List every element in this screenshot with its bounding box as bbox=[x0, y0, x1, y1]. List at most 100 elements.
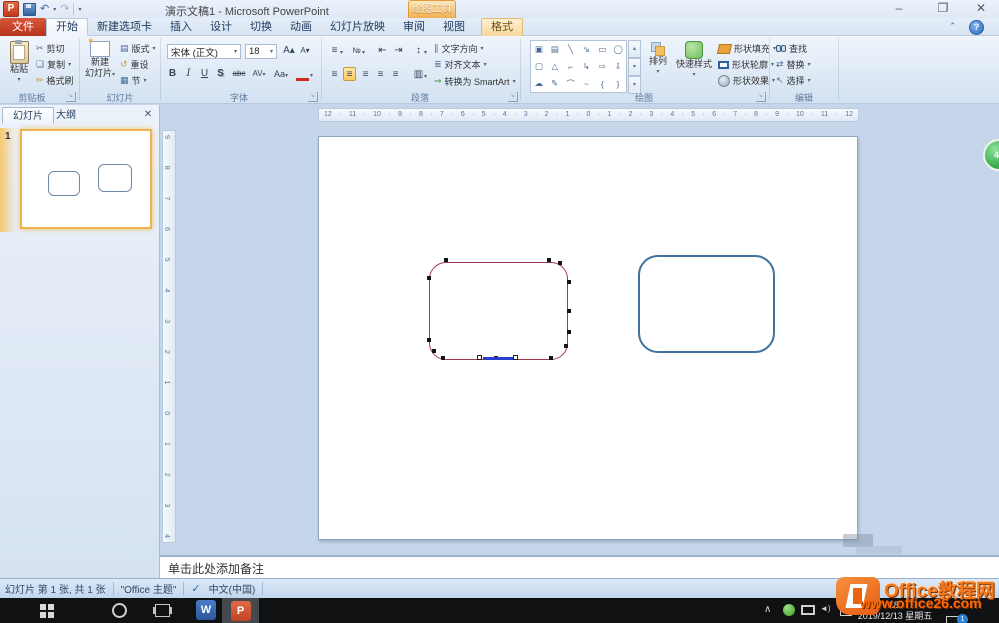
segment-endpoint-handle[interactable] bbox=[513, 355, 518, 360]
copy-button[interactable]: ❏ 复制 ▾ bbox=[36, 57, 71, 72]
tab-file[interactable]: 文件 bbox=[0, 18, 46, 36]
bullets-dropdown-icon[interactable]: ▾ bbox=[340, 49, 343, 56]
undo-icon[interactable]: ↶ bbox=[40, 2, 49, 16]
taskbar-powerpoint-slot[interactable]: P bbox=[222, 598, 259, 623]
tab-review[interactable]: 审阅 bbox=[394, 18, 434, 36]
shape-right-arrow-icon[interactable]: ⇨ bbox=[599, 61, 606, 72]
select-button[interactable]: ↖ 选择 ▾ bbox=[776, 73, 811, 88]
new-slide-button[interactable]: 新建 幻灯片▾ bbox=[84, 41, 116, 81]
shape-rounded-rectangle-icon[interactable]: ▢ bbox=[535, 61, 543, 72]
tab-design[interactable]: 设计 bbox=[201, 18, 241, 36]
align-left-button[interactable]: ≡ bbox=[328, 68, 341, 82]
clipboard-dialog-launcher-icon[interactable]: ↘ bbox=[66, 92, 76, 102]
edit-point-handle[interactable] bbox=[547, 258, 551, 262]
decrease-indent-button[interactable]: ⇤ bbox=[376, 44, 389, 58]
font-color-button[interactable] bbox=[296, 67, 309, 81]
shape-down-arrow-icon[interactable]: ⇩ bbox=[615, 61, 622, 72]
panel-close-icon[interactable]: ✕ bbox=[141, 108, 155, 122]
shape-triangle-icon[interactable]: △ bbox=[551, 61, 558, 72]
shape-line-icon[interactable]: ╲ bbox=[568, 44, 573, 55]
reset-button[interactable]: ↺ 重设 bbox=[120, 57, 149, 72]
save-icon[interactable] bbox=[23, 3, 36, 16]
text-direction-button[interactable]: ∥ 文字方向 ▾ bbox=[434, 41, 484, 56]
align-text-button[interactable]: ≣ 对齐文本 ▾ bbox=[434, 57, 487, 72]
shape-gallery[interactable]: ▣ ▤ ╲ ⇘ ▭ ◯ ▢ △ ⌐ ↳ ⇨ ⇩ ☁ ✎ ⌒ ~ { } bbox=[530, 40, 627, 93]
drawing-dialog-launcher-icon[interactable]: ↘ bbox=[756, 92, 766, 102]
justify-button[interactable]: ≡ bbox=[374, 68, 387, 82]
tray-network-icon[interactable] bbox=[801, 605, 815, 615]
taskbar-word-icon[interactable]: W bbox=[196, 600, 216, 620]
shape-fill-button[interactable]: 形状填充 ▾ bbox=[718, 41, 776, 56]
notification-center-icon[interactable]: 1 bbox=[946, 614, 968, 623]
shape-left-brace-icon[interactable]: { bbox=[601, 79, 604, 89]
edit-point-handle[interactable] bbox=[432, 349, 436, 353]
edit-point-handle[interactable] bbox=[441, 356, 445, 360]
minimize-button[interactable]: – bbox=[884, 2, 914, 16]
numbering-dropdown-icon[interactable]: ▾ bbox=[362, 49, 365, 56]
theme-name[interactable]: "Office 主题" bbox=[121, 581, 177, 596]
rounded-rectangle-shape[interactable] bbox=[638, 255, 775, 353]
tab-format[interactable]: 格式 bbox=[481, 18, 523, 36]
increase-indent-button[interactable]: ⇥ bbox=[392, 44, 405, 58]
font-color-dropdown-icon[interactable]: ▾ bbox=[310, 72, 313, 79]
edit-point-handle[interactable] bbox=[427, 276, 431, 280]
shape-placeholder2-icon[interactable]: ▤ bbox=[551, 44, 559, 55]
slide-thumbnail[interactable] bbox=[20, 129, 152, 229]
font-dialog-launcher-icon[interactable]: ↘ bbox=[308, 92, 318, 102]
paragraph-dialog-launcher-icon[interactable]: ↘ bbox=[508, 92, 518, 102]
shape-arc-icon[interactable]: ⌒ bbox=[566, 78, 575, 90]
edit-point-handle[interactable] bbox=[567, 309, 571, 313]
floating-green-badge[interactable]: 40 bbox=[983, 139, 999, 171]
notes-pane[interactable]: 单击此处添加备注 bbox=[160, 555, 999, 578]
qat-customize-icon[interactable]: ▾ bbox=[78, 6, 81, 13]
shape-outline-button[interactable]: 形状轮廓 ▾ bbox=[718, 57, 774, 72]
font-name-combo[interactable]: 宋体 (正文) ▾ bbox=[167, 44, 241, 59]
change-case-button[interactable]: Aa▾ bbox=[272, 67, 290, 81]
vertical-ruler[interactable]: 9 8 7 6 5 4 3 2 1 0 1 2 3 4 bbox=[162, 130, 176, 543]
cortana-icon[interactable] bbox=[112, 603, 127, 618]
tab-view[interactable]: 视图 bbox=[434, 18, 474, 36]
collapse-ribbon-icon[interactable]: ⌃ bbox=[949, 21, 957, 32]
maximize-button[interactable]: ❐ bbox=[928, 2, 958, 16]
distribute-button[interactable]: ≡ bbox=[389, 68, 402, 82]
font-size-combo[interactable]: 18 ▾ bbox=[245, 44, 277, 59]
tray-chevron-icon[interactable]: ∧ bbox=[764, 604, 771, 615]
edit-point-handle[interactable] bbox=[444, 258, 448, 262]
task-view-icon[interactable] bbox=[155, 604, 170, 617]
shape-freeform-icon[interactable]: ✎ bbox=[551, 78, 558, 89]
shape-placeholder-icon[interactable]: ▣ bbox=[535, 44, 543, 55]
shape-elbow-connector-icon[interactable]: ⌐ bbox=[568, 62, 573, 72]
font-size-dropdown-icon[interactable]: ▾ bbox=[270, 48, 273, 55]
rounded-rectangle-edit-points[interactable] bbox=[429, 262, 568, 360]
underline-button[interactable]: U bbox=[198, 67, 211, 81]
tab-new-custom[interactable]: 新建选项卡 bbox=[88, 18, 161, 36]
help-icon[interactable]: ? bbox=[969, 20, 984, 35]
edit-point-handle[interactable] bbox=[549, 356, 553, 360]
selected-segment[interactable] bbox=[483, 357, 514, 360]
font-name-dropdown-icon[interactable]: ▾ bbox=[234, 48, 237, 55]
format-painter-button[interactable]: ✏ 格式刷 bbox=[36, 73, 74, 88]
tray-antivirus-icon[interactable] bbox=[783, 604, 795, 616]
cut-button[interactable]: ✂ 剪切 bbox=[36, 41, 65, 56]
section-button[interactable]: ▦ 节 ▾ bbox=[120, 73, 147, 88]
language-indicator[interactable]: 中文(中国) bbox=[209, 581, 256, 596]
edit-point-handle[interactable] bbox=[567, 330, 571, 334]
convert-smartart-button[interactable]: ⇒ 转换为 SmartArt ▾ bbox=[434, 74, 516, 89]
bold-button[interactable]: B bbox=[166, 67, 179, 81]
line-spacing-dropdown-icon[interactable]: ▾ bbox=[424, 49, 427, 56]
paste-dropdown-icon[interactable]: ▾ bbox=[17, 75, 20, 86]
quick-styles-button[interactable]: 快速样式 ▾ bbox=[674, 41, 714, 81]
undo-dropdown-icon[interactable]: ▾ bbox=[53, 6, 56, 13]
replace-button[interactable]: ⇄ 替换 ▾ bbox=[776, 57, 811, 72]
shape-curve-icon[interactable]: ~ bbox=[584, 79, 589, 89]
tab-insert[interactable]: 插入 bbox=[161, 18, 201, 36]
layout-button[interactable]: ▤ 版式 ▾ bbox=[120, 41, 156, 56]
columns-dropdown-icon[interactable]: ▾ bbox=[424, 73, 427, 80]
character-spacing-button[interactable]: AV▾ bbox=[250, 67, 268, 81]
shape-arrow-line-icon[interactable]: ⇘ bbox=[583, 44, 590, 55]
shape-cloud-icon[interactable]: ☁ bbox=[535, 78, 544, 89]
shape-elbow-arrow-icon[interactable]: ↳ bbox=[583, 61, 590, 72]
tab-transitions[interactable]: 切换 bbox=[241, 18, 281, 36]
tab-slideshow[interactable]: 幻灯片放映 bbox=[321, 18, 394, 36]
powerpoint-app-icon[interactable]: P bbox=[3, 1, 19, 17]
